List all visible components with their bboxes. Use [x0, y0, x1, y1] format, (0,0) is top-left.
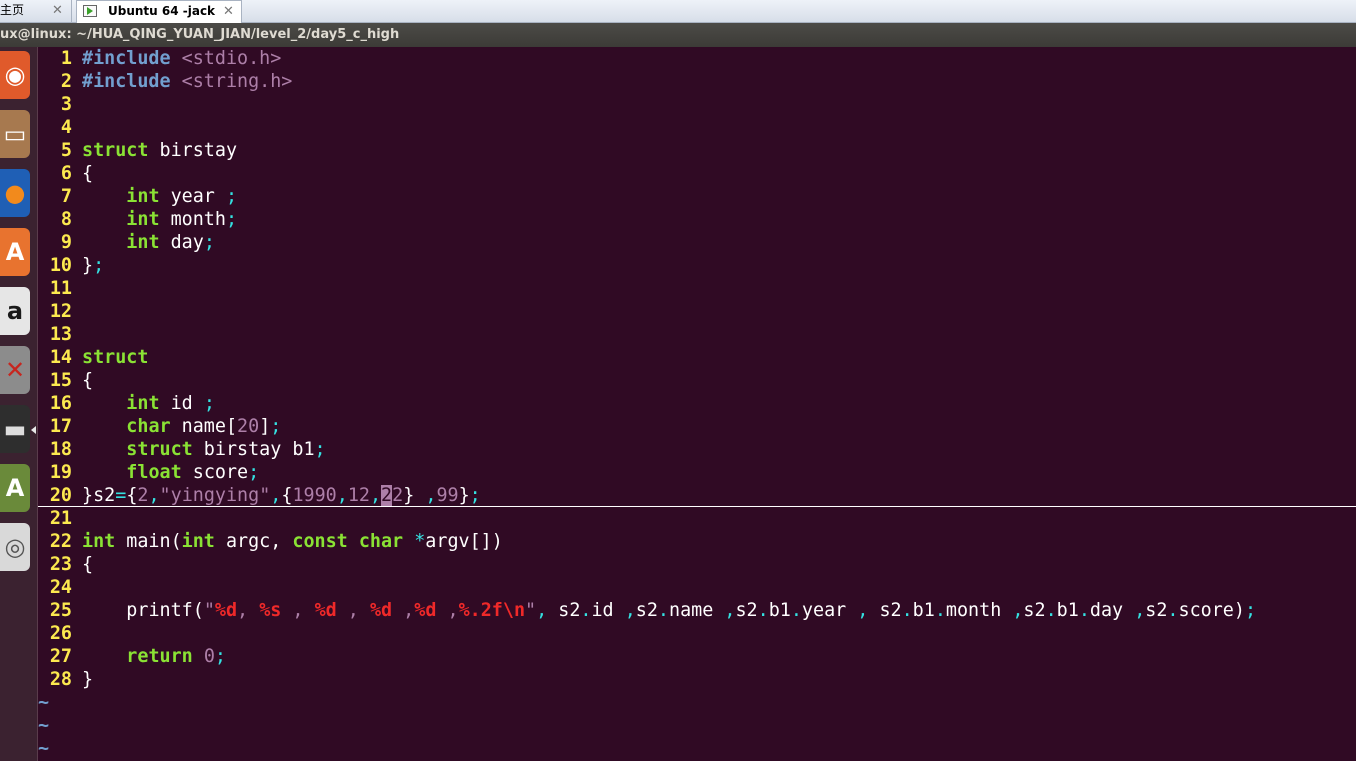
empty-line-marker: ~ [38, 692, 50, 713]
code-line: 27 return 0; [38, 645, 1356, 668]
line-number: 16 [49, 393, 72, 414]
vm-running-icon [83, 5, 97, 17]
line-number: 18 [49, 439, 72, 460]
close-icon[interactable]: ✕ [52, 0, 63, 21]
line-number: 9 [60, 232, 72, 253]
code-line: 22 int main(int argc, const char *argv[]) [38, 530, 1356, 553]
software-updater-icon-glyph: A [5, 474, 25, 502]
line-number: 6 [60, 163, 72, 184]
code-line: 25 printf("%d, %s , %d , %d ,%d ,%.2f\n"… [38, 599, 1356, 622]
software-center-icon[interactable]: A [0, 228, 30, 276]
code-line: 21 [38, 507, 1356, 530]
line-number: 5 [60, 140, 72, 161]
line-number: 23 [49, 554, 72, 575]
line-number: 28 [49, 669, 72, 690]
amazon-icon-glyph: a [6, 297, 24, 325]
line-number: 10 [49, 255, 72, 276]
line-number: 25 [49, 600, 72, 621]
line-number: 14 [49, 347, 72, 368]
tab-ubuntu-vm-label: Ubuntu 64 -jack [108, 4, 216, 18]
code-line: 14 struct [38, 346, 1356, 369]
active-app-indicator-icon [31, 426, 36, 434]
line-number: 1 [60, 48, 72, 69]
line-number: 22 [49, 531, 72, 552]
software-updater-icon[interactable]: A [0, 464, 30, 512]
unity-launcher: ◉ ▭ ● Aa ✕ ▬ A ◎ [0, 47, 38, 761]
tab-home-label: 主页 [0, 3, 25, 17]
line-number: 3 [60, 94, 72, 115]
tab-ubuntu-vm[interactable]: Ubuntu 64 -jack ✕ [76, 0, 242, 24]
line-number: 19 [49, 462, 72, 483]
files-icon-glyph: ▭ [3, 120, 27, 148]
code-line: 15{ [38, 369, 1356, 392]
text-cursor: 2 [381, 485, 393, 506]
code-line: 12 [38, 300, 1356, 323]
code-line: 6{ [38, 162, 1356, 185]
code-line: 4 [38, 116, 1356, 139]
firefox-icon-glyph: ● [4, 179, 26, 207]
code-line: 2 #include <string.h> [38, 70, 1356, 93]
dvd-icon[interactable]: ◎ [0, 523, 30, 571]
empty-line-marker: ~ [38, 738, 50, 759]
code-line: 7 int year ; [38, 185, 1356, 208]
terminal-icon-glyph: ▬ [3, 415, 27, 443]
line-number: 21 [49, 508, 72, 529]
window-title: ux@linux: ~/HUA_QING_YUAN_JIAN/level_2/d… [0, 27, 400, 42]
line-number: 20 [49, 485, 72, 506]
amazon-icon[interactable]: a [0, 287, 30, 335]
terminal-icon[interactable]: ▬ [0, 405, 30, 453]
system-settings-icon[interactable]: ✕ [0, 346, 30, 394]
line-number: 4 [60, 117, 72, 138]
firefox-icon[interactable]: ● [0, 169, 30, 217]
tab-home[interactable]: 主页 ✕ [0, 0, 72, 23]
vm-tab-bar: 主页 ✕ Ubuntu 64 -jack ✕ [0, 0, 1356, 24]
code-line: 8 int month; [38, 208, 1356, 231]
code-line: 10}; [38, 254, 1356, 277]
vim-editor[interactable]: 1 #include <stdio.h> 2 #include <string.h>… [38, 47, 1356, 761]
line-number: 17 [49, 416, 72, 437]
line-number: 7 [60, 186, 72, 207]
system-settings-icon-glyph: ✕ [4, 356, 26, 384]
code-line: 13 [38, 323, 1356, 346]
ubuntu-dash-icon-glyph: ◉ [4, 61, 26, 89]
code-line: 16 int id ; [38, 392, 1356, 415]
close-icon[interactable]: ✕ [223, 1, 234, 22]
ubuntu-dash-icon[interactable]: ◉ [0, 51, 30, 99]
empty-line-marker: ~ [38, 715, 50, 736]
software-center-icon-glyph: A [5, 238, 25, 266]
terminal-title-bar[interactable]: ux@linux: ~/HUA_QING_YUAN_JIAN/level_2/d… [0, 23, 1356, 47]
code-line: 26 [38, 622, 1356, 645]
code-line-cursor: 20}s2={2,"yingying",{1990,12,22} ,99}; [38, 484, 1356, 507]
code-line: 5 struct birstay [38, 139, 1356, 162]
line-number: 11 [49, 278, 72, 299]
line-number: 2 [60, 71, 72, 92]
code-line: 24 [38, 576, 1356, 599]
line-number: 13 [49, 324, 72, 345]
line-number: 12 [49, 301, 72, 322]
code-line: 28} [38, 668, 1356, 691]
code-line: 19 float score; [38, 461, 1356, 484]
code-line: 9 int day; [38, 231, 1356, 254]
files-icon[interactable]: ▭ [0, 110, 30, 158]
line-number: 8 [60, 209, 72, 230]
code-line: 1 #include <stdio.h> [38, 47, 1356, 70]
line-number: 26 [49, 623, 72, 644]
code-line: 18 struct birstay b1; [38, 438, 1356, 461]
dvd-icon-glyph: ◎ [4, 533, 26, 561]
code-line: 17 char name[20]; [38, 415, 1356, 438]
line-number: 24 [49, 577, 72, 598]
code-line: 3 [38, 93, 1356, 116]
code-line: 23{ [38, 553, 1356, 576]
code-line: 11 [38, 277, 1356, 300]
line-number: 15 [49, 370, 72, 391]
line-number: 27 [49, 646, 72, 667]
